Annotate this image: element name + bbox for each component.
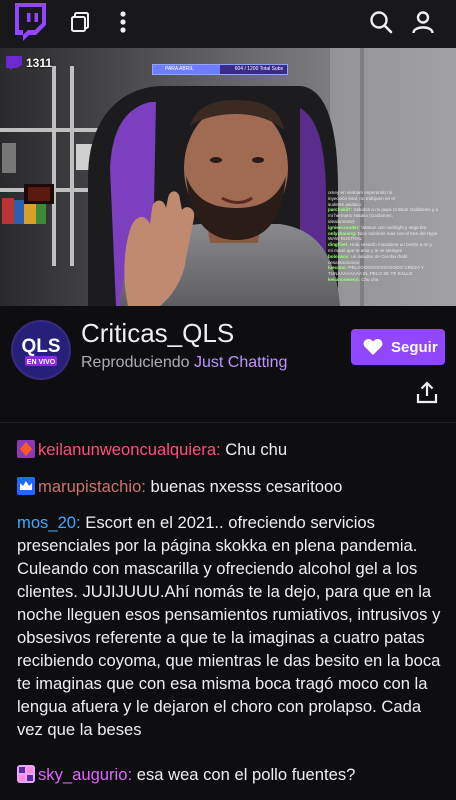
overlay-chat-text: mi mami que te ama y te ve siempre (328, 247, 403, 253)
overlay-chat-text: Chu chu (361, 276, 379, 282)
overlay-chat-name: luecuno: (328, 265, 349, 271)
viewer-count: 1311 (26, 56, 53, 70)
chat-username[interactable]: mos_20: (17, 513, 81, 532)
status-prefix: Reproduciendo (81, 354, 190, 371)
chat-username[interactable]: marupistachio: (38, 477, 146, 496)
stream-overlay-chat: omey en vietnam esperando mi inyección le… (328, 190, 452, 283)
chat-username[interactable]: sky_augurio: (38, 765, 132, 784)
channel-status: Reproduciendo Just Chatting (81, 354, 287, 372)
overlay-chat-text: un saludos de Cemba rbabl (351, 253, 408, 259)
share-icon[interactable] (415, 381, 439, 405)
top-bar (0, 0, 456, 48)
overlay-chat-text: sudeste asiático (328, 201, 361, 207)
heart-icon (363, 338, 383, 356)
overlay-chat-name: ignisecuruder: (328, 224, 362, 230)
overlay-chat-text: omey en vietnam esperando mi (328, 190, 393, 195)
avatar-text-bottom: EN VIVO (27, 359, 56, 366)
overlay-chat-text: inyección letal, no trafiquen en el (328, 195, 395, 201)
chat-text: esa wea con el pollo fuentes? (136, 765, 356, 784)
video-player[interactable]: 1311 PARA ABRIL 604 / 1200 Total Subs om… (0, 48, 456, 306)
chat-message: mos_20: Escort en el 2021.. ofreciendo s… (17, 511, 441, 741)
overlay-chat-line: keilanunweon: Chu chu (328, 277, 452, 283)
sub-goal-bar: PARA ABRIL 604 / 1200 Total Subs (152, 64, 288, 75)
overlay-chat-text: idealamente) (328, 218, 355, 224)
chat-message: keilanunweoncualquiera: Chu chu (17, 438, 441, 461)
sub-goal-count: 604 / 1200 Total Subs (234, 66, 283, 72)
viewer-count-overlay (4, 54, 24, 70)
chat-panel: keilanunweoncualquiera: Chu chu marupist… (0, 422, 456, 800)
channel-name[interactable]: Criticas_QLS (81, 318, 234, 349)
overlay-chat-name: dingfivet: (328, 242, 350, 248)
more-vertical-icon[interactable] (109, 8, 137, 36)
overlay-chat-text: cesaritooooooo (328, 259, 360, 265)
overlay-chat-text: WAW RUSTRAL (328, 236, 363, 242)
overlay-chat-text: Vamian con midnight y sega bro (361, 224, 427, 230)
overlay-chat-text: mi hermano Natalia (Galdames, (328, 213, 393, 219)
channel-avatar[interactable]: QLS EN VIVO (11, 320, 71, 380)
overlay-chat-text: Nice subimos mas con el tren del Hype (357, 230, 438, 236)
follow-button[interactable]: Seguir (351, 329, 445, 365)
avatar-text-top: QLS (21, 336, 60, 357)
overlay-chat-text: TUNAAAAAAAA EL PELO SE TE KALLO (328, 271, 413, 277)
overlay-chat-name: keilanunweon: (328, 276, 362, 282)
game-link[interactable]: Just Chatting (194, 354, 287, 371)
twitch-logo[interactable] (12, 3, 46, 41)
overlay-chat-text: PELAOOOOOOOOOOOO CREZA Y (348, 265, 424, 271)
sub-badge-icon (17, 765, 35, 783)
live-dot-icon (6, 56, 22, 70)
overlay-chat-text: Saludos a mi papá Cristian Galdames y a (353, 207, 439, 213)
diamond-badge-icon (17, 440, 35, 458)
search-icon[interactable] (367, 8, 395, 36)
overlay-chat-name: bolonkos: (328, 253, 352, 259)
crown-badge-icon (17, 477, 35, 495)
profile-icon[interactable] (409, 8, 437, 36)
chat-message: sky_augurio: esa wea con el pollo fuente… (17, 763, 441, 786)
overlay-chat-name: onlyskanerg: (328, 230, 358, 236)
follow-label: Seguir (391, 338, 438, 356)
chat-text: Escort en el 2021.. ofreciendo servicios… (17, 513, 441, 739)
sub-goal-label: PARA ABRIL (165, 66, 194, 72)
overlay-chat-name: parchakil7: (328, 207, 354, 213)
channel-info: QLS EN VIVO Criticas_QLS Reproduciendo J… (0, 306, 456, 416)
overlay-chat-text: Hola cesarito mandame un besito a mi y (349, 242, 432, 248)
chat-text: Chu chu (225, 440, 288, 459)
chat-message: marupistachio: buenas nxesss cesaritooo (17, 475, 441, 498)
chat-username[interactable]: keilanunweoncualquiera: (38, 440, 221, 459)
chat-text: buenas nxesss cesaritooo (150, 477, 343, 496)
picture-in-picture-icon[interactable] (67, 8, 95, 36)
